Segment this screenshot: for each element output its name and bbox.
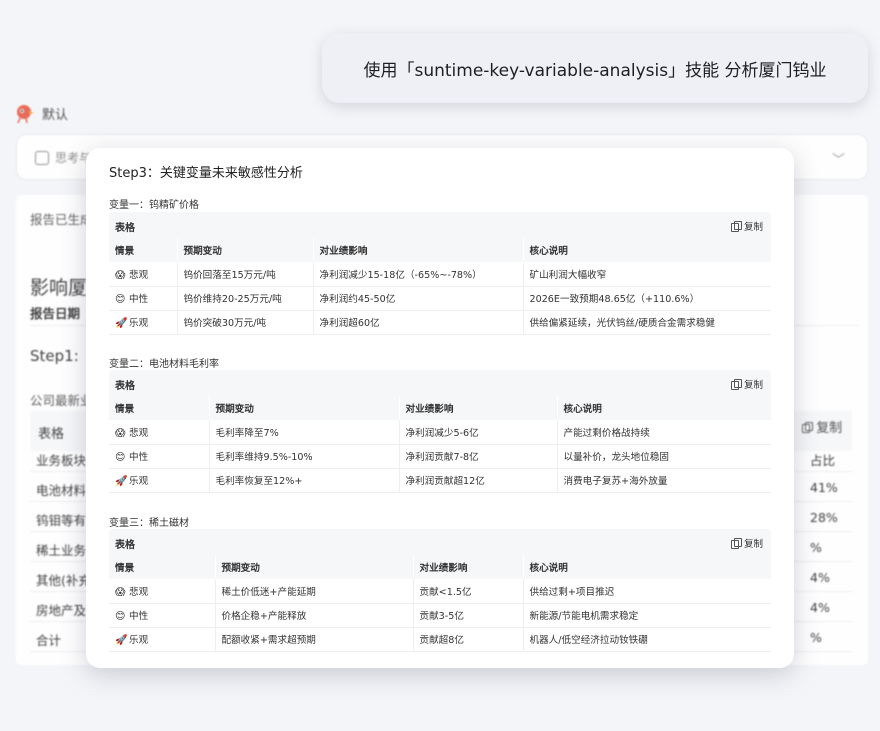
table-row: 😱 悲观 钨价回落至15万元/吨 净利润减少15-18亿（-65%~-78%） 矿… bbox=[109, 262, 771, 287]
smile-face-icon: 😊 bbox=[115, 452, 126, 463]
copy-icon bbox=[730, 221, 742, 232]
sensitivity-analysis-card: Step3：关键变量未来敏感性分析 变量一：钨精矿价格 表格 复制 情景 预期变… bbox=[86, 148, 794, 668]
data-table: 情景 预期变动 对业绩影响 核心说明 😱 悲观 毛利率降至7% 净利润减少5-6亿… bbox=[109, 396, 771, 493]
column-header: 预期变动 bbox=[215, 555, 414, 579]
column-header: 情景 bbox=[109, 396, 210, 420]
copy-button[interactable]: 复制 bbox=[730, 536, 763, 550]
copy-icon bbox=[802, 422, 813, 433]
table-row: 🚀 乐观 毛利率恢复至12%+ 净利润贡献超12亿 消费电子复苏+海外放量 bbox=[109, 468, 771, 493]
column-header: 情景 bbox=[109, 555, 216, 579]
column-header: 对业绩影响 bbox=[413, 555, 524, 579]
variable-3-table: 表格 复制 情景 预期变动 对业绩影响 核心说明 😱 悲观 稀土价低迷+产能延期 … bbox=[109, 529, 771, 652]
card-title: Step3：关键变量未来敏感性分析 bbox=[109, 166, 303, 181]
rocket-icon: 🚀 bbox=[115, 318, 128, 329]
report-status: 报告已生成 bbox=[30, 212, 93, 227]
scared-face-icon: 😱 bbox=[115, 586, 126, 598]
data-table: 情景 预期变动 对业绩影响 核心说明 😱 悲观 稀土价低迷+产能延期 贡献<1.5… bbox=[109, 555, 771, 652]
column-header: 预期变动 bbox=[209, 396, 400, 420]
smile-face-icon: 😊 bbox=[115, 294, 126, 305]
column-header: 核心说明 bbox=[523, 238, 771, 262]
table-label: 表格 bbox=[115, 223, 135, 234]
table-row: 😱 悲观 毛利率降至7% 净利润减少5-6亿 产能过剩价格战持续 bbox=[109, 420, 771, 445]
table-row: 😊 中性 毛利率维持9.5%-10% 净利润贡献7-8亿 以量补价，龙头地位稳固 bbox=[109, 444, 771, 469]
scared-face-icon: 😱 bbox=[115, 269, 126, 281]
table-row: 🚀 乐观 配额收紧+需求超预期 贡献超8亿 机器人/低空经济拉动钕铁硼 bbox=[109, 627, 771, 652]
variable-1-table: 表格 复制 情景 预期变动 对业绩影响 核心说明 😱 悲观 钨价回落至15万元/吨… bbox=[109, 212, 771, 335]
table-header-bar: 表格 复制 bbox=[109, 529, 771, 555]
column-header: 核心说明 bbox=[557, 396, 771, 420]
table-row: 😊 中性 钨价维持20-25万元/吨 净利润约45-50亿 2026E一致预期48… bbox=[109, 286, 771, 311]
column-header: 情景 bbox=[109, 238, 178, 262]
variable-2-table: 表格 复制 情景 预期变动 对业绩影响 核心说明 😱 悲观 毛利率降至7% 净利润… bbox=[109, 370, 771, 493]
table-label: 表格 bbox=[115, 540, 135, 551]
variable-3-title: 变量三：稀土磁材 bbox=[109, 518, 189, 529]
scared-face-icon: 😱 bbox=[115, 427, 126, 439]
bg-copy-button[interactable]: 复制 bbox=[802, 417, 842, 436]
copy-button[interactable]: 复制 bbox=[730, 377, 763, 391]
table-row: 😊 中性 价格企稳+产能释放 贡献3-5亿 新能源/节能电机需求稳定 bbox=[109, 603, 771, 628]
column-header: 核心说明 bbox=[523, 555, 771, 579]
column-header: 对业绩影响 bbox=[313, 238, 524, 262]
copy-icon bbox=[730, 379, 742, 390]
step1-heading: Step1: bbox=[30, 347, 79, 365]
model-label[interactable]: 默认 bbox=[42, 104, 68, 123]
copy-button[interactable]: 复制 bbox=[730, 219, 763, 233]
chevron-down-icon[interactable]: ﹀ bbox=[832, 149, 845, 168]
table-label: 表格 bbox=[115, 381, 135, 392]
column-header: 对业绩影响 bbox=[399, 396, 558, 420]
bg-table-label: 表格 bbox=[38, 427, 65, 442]
variable-2-title: 变量二：电池材料毛利率 bbox=[109, 359, 219, 370]
rocket-icon: 🚀 bbox=[115, 635, 128, 646]
table-row: 😱 悲观 稀土价低迷+产能延期 贡献<1.5亿 供给过剩+项目推迟 bbox=[109, 579, 771, 604]
copy-icon bbox=[730, 538, 742, 549]
smile-face-icon: 😊 bbox=[115, 611, 126, 622]
column-header: 预期变动 bbox=[177, 238, 314, 262]
report-date: 报告日期 bbox=[30, 306, 81, 321]
rocket-icon: 🚀 bbox=[115, 476, 128, 487]
table-header-bar: 表格 复制 bbox=[109, 212, 771, 238]
bird-avatar-icon bbox=[17, 105, 34, 124]
data-table: 情景 预期变动 对业绩影响 核心说明 😱 悲观 钨价回落至15万元/吨 净利润减少… bbox=[109, 238, 771, 335]
variable-1-title: 变量一：钨精矿价格 bbox=[109, 200, 199, 211]
user-prompt-bubble: 使用「suntime-key-variable-analysis」技能 分析厦门… bbox=[322, 33, 868, 103]
table-row: 🚀 乐观 钨价突破30万元/吨 净利润超60亿 供给偏紧延续，光伏钨丝/硬质合金需… bbox=[109, 310, 771, 335]
think-icon bbox=[35, 151, 49, 165]
report-title: 影响厦 bbox=[30, 277, 88, 299]
table-header-bar: 表格 复制 bbox=[109, 370, 771, 396]
latest-business-label: 公司最新业 bbox=[30, 393, 93, 408]
